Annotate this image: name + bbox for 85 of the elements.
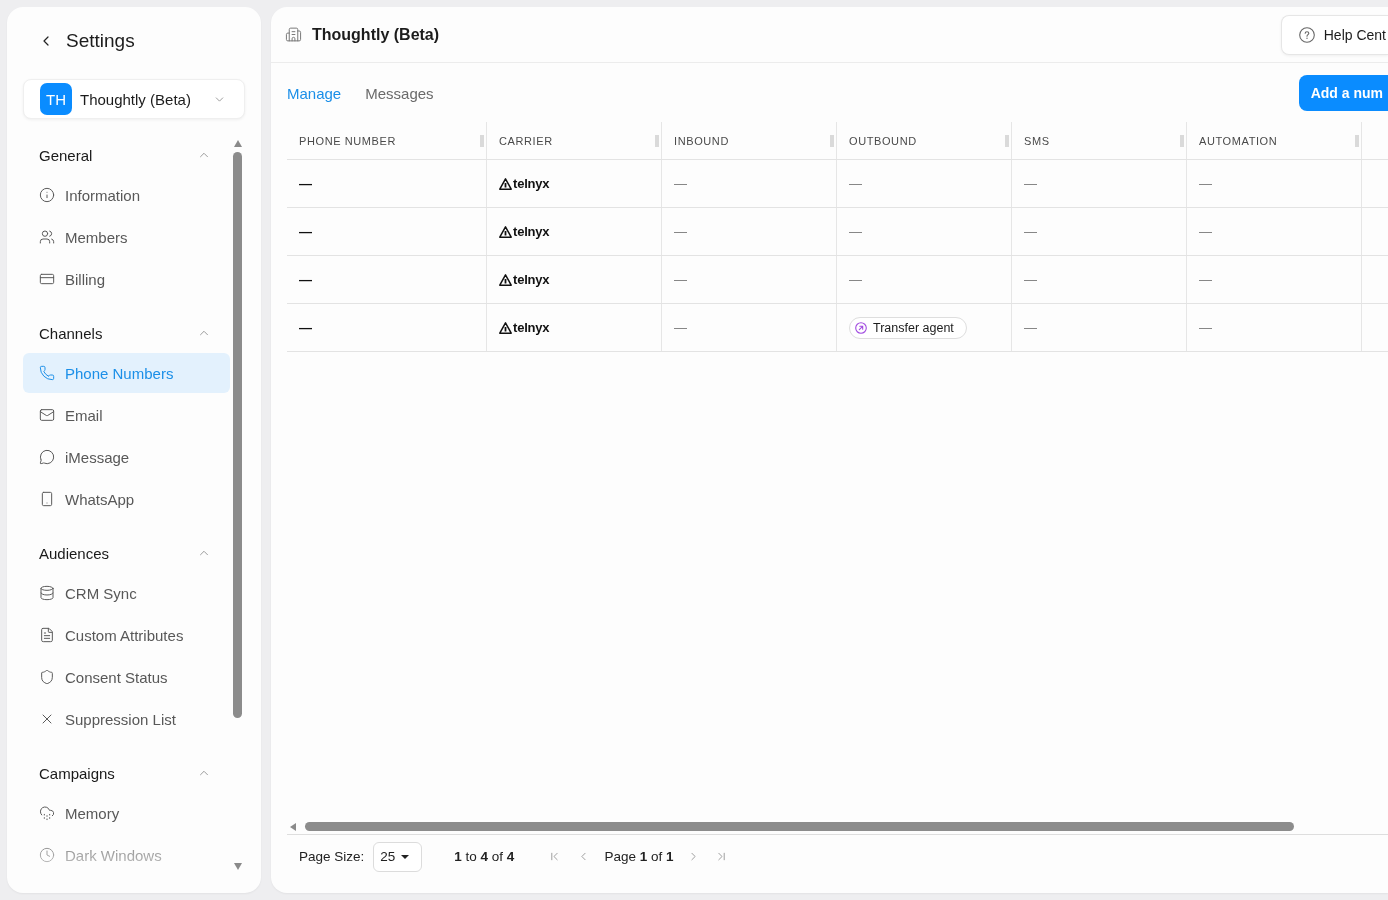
shield-icon [39, 669, 55, 685]
table-cell: — [1024, 224, 1037, 239]
sidebar-item[interactable]: Members [23, 217, 230, 257]
table-cell: — [299, 224, 312, 239]
column-header: SMS [1024, 134, 1050, 147]
table-cell: — [1024, 272, 1037, 287]
table-cell: — [849, 224, 862, 239]
table-cell: — [1199, 176, 1212, 191]
table-cell: — [674, 320, 687, 335]
help-center-button[interactable]: Help Cent [1280, 14, 1388, 55]
sidebar-item[interactable]: Consent Status [23, 657, 230, 697]
section-header[interactable]: Campaigns [23, 753, 230, 793]
column-resize-handle[interactable] [1180, 134, 1184, 147]
sidebar-item[interactable]: iMessage [23, 437, 230, 477]
scrollbar-thumb[interactable] [233, 152, 242, 718]
phone-icon [39, 365, 55, 381]
sidebar-item[interactable]: Custom Attributes [23, 615, 230, 655]
help-icon [1298, 26, 1315, 43]
sidebar-item[interactable]: Email [23, 395, 230, 435]
section-header[interactable]: Channels [23, 313, 230, 353]
scroll-down-arrow-icon[interactable] [233, 863, 242, 870]
building-icon [285, 26, 302, 43]
table-cell: — [849, 272, 862, 287]
mail-icon [39, 407, 55, 423]
carrier-name: telnyx [513, 272, 550, 287]
card-icon [39, 271, 55, 287]
automation-tag: Transfer agent [849, 316, 967, 339]
sidebar-item[interactable]: Suppression List [23, 699, 230, 739]
table-cell: — [849, 176, 862, 191]
carrier-name: telnyx [513, 224, 550, 239]
column-header: PHONE NUMBER [299, 134, 397, 147]
page-indicator: Page 1 of 1 [604, 849, 674, 864]
table-cell: — [674, 176, 687, 191]
column-resize-handle[interactable] [1005, 134, 1009, 147]
sidebar-title: Settings [66, 30, 135, 52]
table-cell: — [1199, 224, 1212, 239]
page-size-select[interactable]: 25 [373, 841, 423, 872]
column-header: INBOUND [674, 134, 729, 147]
column-header: OUTBOUND [849, 134, 917, 147]
cloud-icon [39, 805, 55, 821]
sidebar-item[interactable]: CRM Sync [23, 573, 230, 613]
smartphone-icon [39, 491, 55, 507]
carrier-name: telnyx [513, 320, 550, 335]
sidebar-item[interactable]: Billing [23, 259, 230, 299]
scroll-up-arrow-icon[interactable] [233, 140, 242, 147]
chat-bubble-icon [39, 449, 55, 465]
sidebar-item[interactable]: Memory [23, 793, 230, 833]
table-cell: — [1024, 320, 1037, 335]
triangle-logo-icon [499, 273, 512, 286]
table-cell: — [299, 176, 312, 191]
tab[interactable]: Messages [365, 84, 434, 102]
caret-icon [401, 854, 410, 859]
column-resize-handle[interactable] [830, 134, 834, 147]
carrier-name: telnyx [513, 176, 550, 191]
table-cell: — [1199, 272, 1212, 287]
row-range-text: 1 to 4 of 4 [454, 849, 515, 864]
sidebar-item[interactable]: WhatsApp [23, 479, 230, 519]
clock-icon [39, 847, 55, 863]
table-cell: — [674, 224, 687, 239]
triangle-logo-icon [499, 321, 512, 334]
workspace-selector[interactable]: TH Thoughtly (Beta) [23, 79, 245, 119]
scroll-left-arrow-icon[interactable] [290, 822, 296, 831]
column-resize-handle[interactable] [655, 134, 659, 147]
people-icon [39, 229, 55, 245]
table-cell: — [299, 320, 312, 335]
table-cell: — [1024, 176, 1037, 191]
page-title: Thoughtly (Beta) [312, 25, 440, 44]
sidebar-item[interactable]: Information [23, 175, 230, 215]
document-icon [39, 627, 55, 643]
section-header[interactable]: General [23, 135, 230, 175]
column-resize-handle[interactable] [1355, 134, 1359, 147]
column-header: AUTOMATION [1199, 134, 1278, 147]
column-resize-handle[interactable] [480, 134, 484, 147]
column-header: CARRIER [499, 134, 553, 147]
table-cell: — [674, 272, 687, 287]
triangle-logo-icon [499, 225, 512, 238]
page-size-label: Page Size: [299, 849, 365, 864]
table-cell: — [1199, 320, 1212, 335]
triangle-logo-icon [499, 177, 512, 190]
workspace-avatar: TH [40, 83, 72, 115]
info-icon [39, 187, 55, 203]
scrollbar-thumb[interactable] [305, 822, 1294, 831]
table-cell: — [299, 272, 312, 287]
database-icon [39, 585, 55, 601]
section-header[interactable]: Audiences [23, 533, 230, 573]
